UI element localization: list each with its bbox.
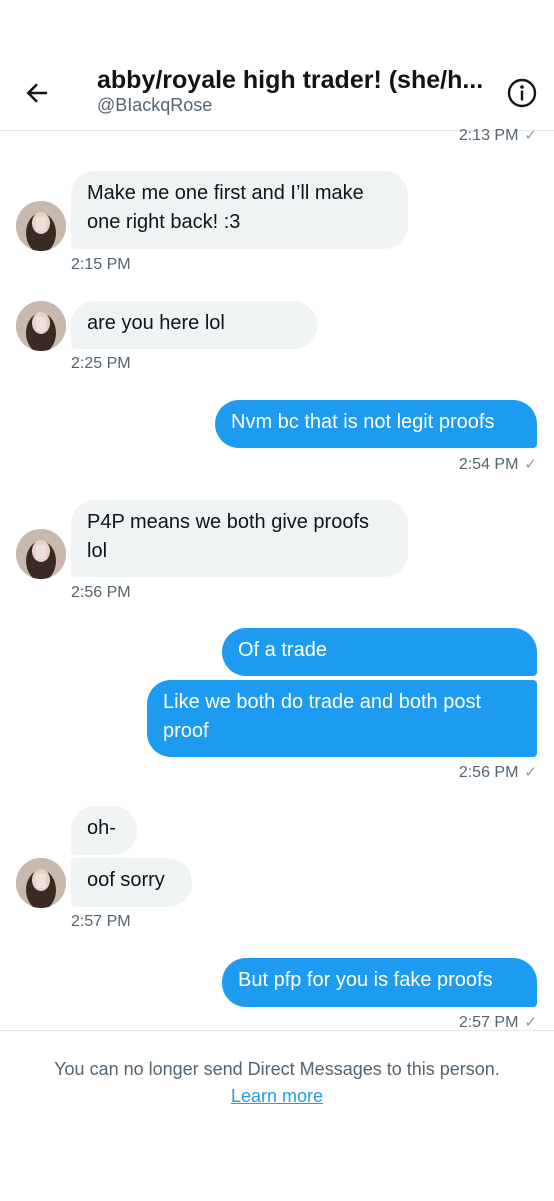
message-timestamp: 2:13 PM ✓ [458, 127, 537, 144]
avatar[interactable] [16, 201, 66, 251]
sent-check-icon: ✓ [524, 764, 537, 781]
sent-check-icon: ✓ [524, 456, 537, 473]
avatar[interactable] [16, 858, 66, 908]
learn-more-link[interactable]: Learn more [231, 1086, 323, 1106]
dm-disabled-footer: You can no longer send Direct Messages t… [0, 1030, 554, 1201]
conversation-title[interactable]: abby/royale high trader! (she/h... [97, 66, 495, 95]
message-bubble-received[interactable]: oof sorry [71, 858, 192, 907]
avatar[interactable] [16, 301, 66, 351]
back-arrow-icon[interactable] [22, 78, 52, 108]
message-bubble-sent[interactable]: Like we both do trade and both post proo… [147, 680, 537, 757]
message-bubble-sent[interactable]: Of a trade [222, 628, 537, 676]
message-timestamp: 2:56 PM ✓ [458, 764, 537, 781]
message-timestamp: 2:57 PM [71, 913, 131, 930]
conversation-handle: @BIackqRose [97, 95, 213, 115]
message-bubble-received[interactable]: oh- [71, 806, 137, 855]
sent-check-icon: ✓ [524, 1014, 537, 1031]
conversation-header: abby/royale high trader! (she/h... @BIac… [0, 0, 554, 131]
message-timestamp: 2:25 PM [71, 355, 131, 372]
message-bubble-received[interactable]: are you here lol [71, 301, 317, 349]
sent-check-icon: ✓ [524, 127, 537, 144]
message-bubble-sent[interactable]: But pfp for you is fake proofs [222, 958, 537, 1007]
learn-more-row: Learn more [0, 1086, 554, 1107]
message-timestamp: 2:56 PM [71, 584, 131, 601]
message-bubble-sent[interactable]: Nvm bc that is not legit proofs [215, 400, 537, 448]
message-bubble-received[interactable]: Make me one first and I’ll make one righ… [71, 171, 408, 249]
message-timestamp: 2:54 PM ✓ [458, 456, 537, 473]
info-icon[interactable] [507, 78, 537, 108]
message-bubble-received[interactable]: P4P means we both give proofs lol [71, 500, 408, 577]
message-timestamp: 2:15 PM [71, 256, 131, 273]
avatar[interactable] [16, 529, 66, 579]
dm-disabled-notice: You can no longer send Direct Messages t… [54, 1059, 500, 1079]
